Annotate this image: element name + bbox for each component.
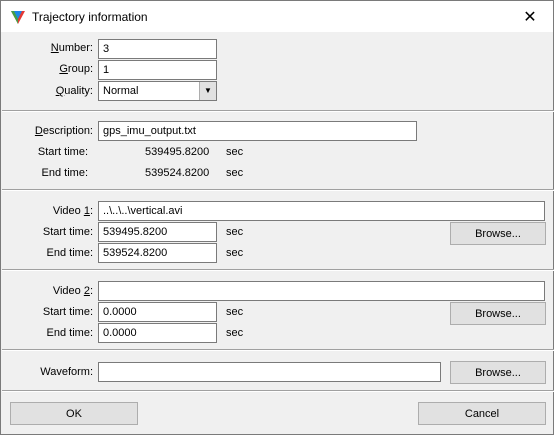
ok-button[interactable]: OK xyxy=(10,402,138,425)
waveform-browse-button[interactable]: Browse... xyxy=(450,361,546,384)
video1-label: Video 1: xyxy=(52,205,93,217)
video2-start-field[interactable]: 0.0000 xyxy=(98,302,217,322)
description-end-unit: sec xyxy=(226,167,244,179)
video2-end-unit: sec xyxy=(226,327,244,339)
video2-end-label: End time: xyxy=(46,327,93,339)
close-icon: ✕ xyxy=(523,8,537,26)
group-field[interactable]: 1 xyxy=(98,60,217,80)
waveform-path-field[interactable] xyxy=(98,362,441,382)
video2-browse-button[interactable]: Browse... xyxy=(450,302,546,325)
group-label: Group: xyxy=(59,63,93,75)
video1-browse-button[interactable]: Browse... xyxy=(450,222,546,245)
waveform-label: Waveform: xyxy=(40,366,93,378)
trajectory-dialog: Trajectory information ✕ Number: 3 Group… xyxy=(0,0,554,435)
video1-start-unit: sec xyxy=(226,226,244,238)
description-label: Description: xyxy=(34,125,93,137)
quality-select[interactable]: Normal ▼ xyxy=(98,81,217,101)
divider xyxy=(2,110,554,112)
video2-end-field[interactable]: 0.0000 xyxy=(98,323,217,343)
title-bar: Trajectory information ✕ xyxy=(1,1,553,32)
video1-end-field[interactable]: 539524.8200 xyxy=(98,243,217,263)
video1-path-field[interactable]: ..\..\..\vertical.avi xyxy=(98,201,545,221)
quality-label: Quality: xyxy=(55,85,93,97)
description-end-value: 539524.8200 xyxy=(145,167,210,179)
video1-end-label: End time: xyxy=(46,247,93,259)
video2-start-label: Start time: xyxy=(42,306,93,318)
video1-start-label: Start time: xyxy=(42,226,93,238)
number-label: Number: xyxy=(50,42,93,54)
window-title: Trajectory information xyxy=(32,10,148,24)
divider xyxy=(2,189,554,191)
number-field[interactable]: 3 xyxy=(98,39,217,59)
video1-start-field[interactable]: 539495.8200 xyxy=(98,222,217,242)
chevron-down-icon[interactable]: ▼ xyxy=(199,82,216,100)
video1-end-unit: sec xyxy=(226,247,244,259)
description-end-label: End time: xyxy=(41,167,88,179)
description-field[interactable]: gps_imu_output.txt xyxy=(98,121,417,141)
trajectory-app-icon xyxy=(11,11,25,24)
cancel-button[interactable]: Cancel xyxy=(418,402,546,425)
description-start-unit: sec xyxy=(226,146,244,158)
video2-path-field[interactable] xyxy=(98,281,545,301)
video2-start-unit: sec xyxy=(226,306,244,318)
divider xyxy=(2,390,554,392)
description-start-label: Start time: xyxy=(37,146,88,158)
video2-label: Video 2: xyxy=(52,285,93,297)
close-button[interactable]: ✕ xyxy=(507,1,553,32)
divider xyxy=(2,349,554,351)
description-start-value: 539495.8200 xyxy=(145,146,210,158)
divider xyxy=(2,269,554,271)
quality-select-value: Normal xyxy=(103,85,139,97)
